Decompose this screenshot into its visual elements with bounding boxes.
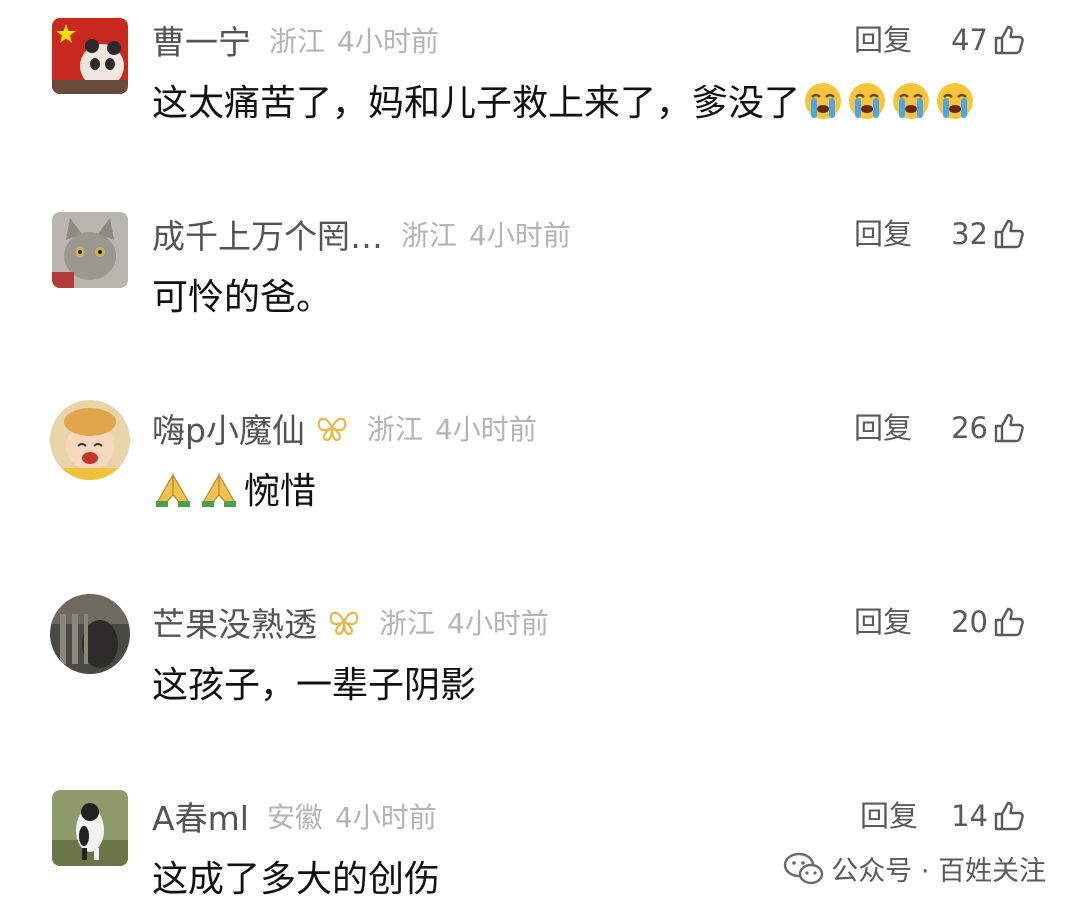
comment-body: 这孩子，一辈子阴影 <box>152 665 477 706</box>
avatar[interactable] <box>52 790 128 866</box>
like-count: 14 <box>951 799 988 833</box>
praying-hands-icon <box>152 467 194 509</box>
comment-meta: 嗨p小魔仙 浙江 4小时前 <box>152 406 537 450</box>
like-count: 32 <box>951 217 988 251</box>
comment-text: 这孩子，一辈子阴影 <box>152 656 476 708</box>
region-label: 浙江 <box>366 413 423 446</box>
butterfly-badge-icon <box>327 607 361 637</box>
crying-face-icon <box>934 79 976 121</box>
avatar[interactable] <box>50 594 130 674</box>
comment-body: 这太痛苦了，妈和儿子救上来了，爹没了 <box>152 83 801 124</box>
username[interactable]: 芒果没熟透 <box>152 598 317 646</box>
like-button[interactable]: 26 <box>951 406 1026 450</box>
like-button[interactable]: 14 <box>951 794 1026 838</box>
comment-meta: 成千上万个罔… 浙江 4小时前 <box>152 212 571 256</box>
thumbs-up-icon <box>992 799 1026 833</box>
comment-body: 可怜的爸。 <box>152 277 333 318</box>
crying-face-icon <box>846 79 888 121</box>
comment-body: 惋惜 <box>244 471 317 512</box>
timestamp: 4小时前 <box>337 25 439 58</box>
thumbs-up-icon <box>992 411 1026 445</box>
comment-text: 可怜的爸。 <box>152 268 332 320</box>
username[interactable]: A春ml <box>152 792 249 840</box>
reply-button[interactable]: 回复 <box>854 406 912 450</box>
like-count: 20 <box>951 605 988 639</box>
praying-hands-icon <box>198 467 240 509</box>
like-button[interactable]: 47 <box>951 18 1026 62</box>
avatar[interactable] <box>52 18 128 94</box>
thumbs-up-icon <box>992 217 1026 251</box>
region-label: 浙江 <box>401 219 458 252</box>
like-count: 26 <box>951 411 988 445</box>
thumbs-up-icon <box>992 605 1026 639</box>
region-label: 安徽 <box>266 801 323 834</box>
timestamp: 4小时前 <box>469 219 571 252</box>
timestamp: 4小时前 <box>434 413 537 446</box>
comment-text: 这太痛苦了，妈和儿子救上来了，爹没了 <box>152 74 976 126</box>
reply-button[interactable]: 回复 <box>860 794 918 838</box>
watermark: 公众号 · 百姓关注 <box>783 849 1046 888</box>
username[interactable]: 成千上万个罔… <box>152 210 383 258</box>
reply-button[interactable]: 回复 <box>854 18 912 62</box>
comment-meta: A春ml 安徽 4小时前 <box>152 794 437 838</box>
like-button[interactable]: 20 <box>951 600 1026 644</box>
reply-button[interactable]: 回复 <box>854 212 912 256</box>
username[interactable]: 曹一宁 <box>152 16 251 64</box>
wechat-icon <box>783 851 825 887</box>
timestamp: 4小时前 <box>334 801 437 834</box>
avatar[interactable] <box>52 212 128 288</box>
region-label: 浙江 <box>269 25 326 58</box>
region-label: 浙江 <box>379 607 436 640</box>
comment-text: 这成了多大的创伤 <box>152 850 440 902</box>
crying-face-icon <box>802 79 844 121</box>
reply-button[interactable]: 回复 <box>854 600 912 644</box>
username[interactable]: 嗨p小魔仙 <box>152 404 305 452</box>
crying-face-icon <box>890 79 932 121</box>
butterfly-badge-icon <box>315 413 349 443</box>
avatar[interactable] <box>50 400 130 480</box>
comment-meta: 曹一宁 浙江 4小时前 <box>152 18 439 62</box>
like-count: 47 <box>951 23 988 57</box>
comment-text: 惋惜 <box>152 462 316 514</box>
like-button[interactable]: 32 <box>951 212 1026 256</box>
comment-meta: 芒果没熟透 浙江 4小时前 <box>152 600 549 644</box>
comment-body: 这成了多大的创伤 <box>152 859 441 900</box>
timestamp: 4小时前 <box>447 607 549 640</box>
thumbs-up-icon <box>992 23 1026 57</box>
watermark-text: 公众号 · 百姓关注 <box>831 856 1046 887</box>
